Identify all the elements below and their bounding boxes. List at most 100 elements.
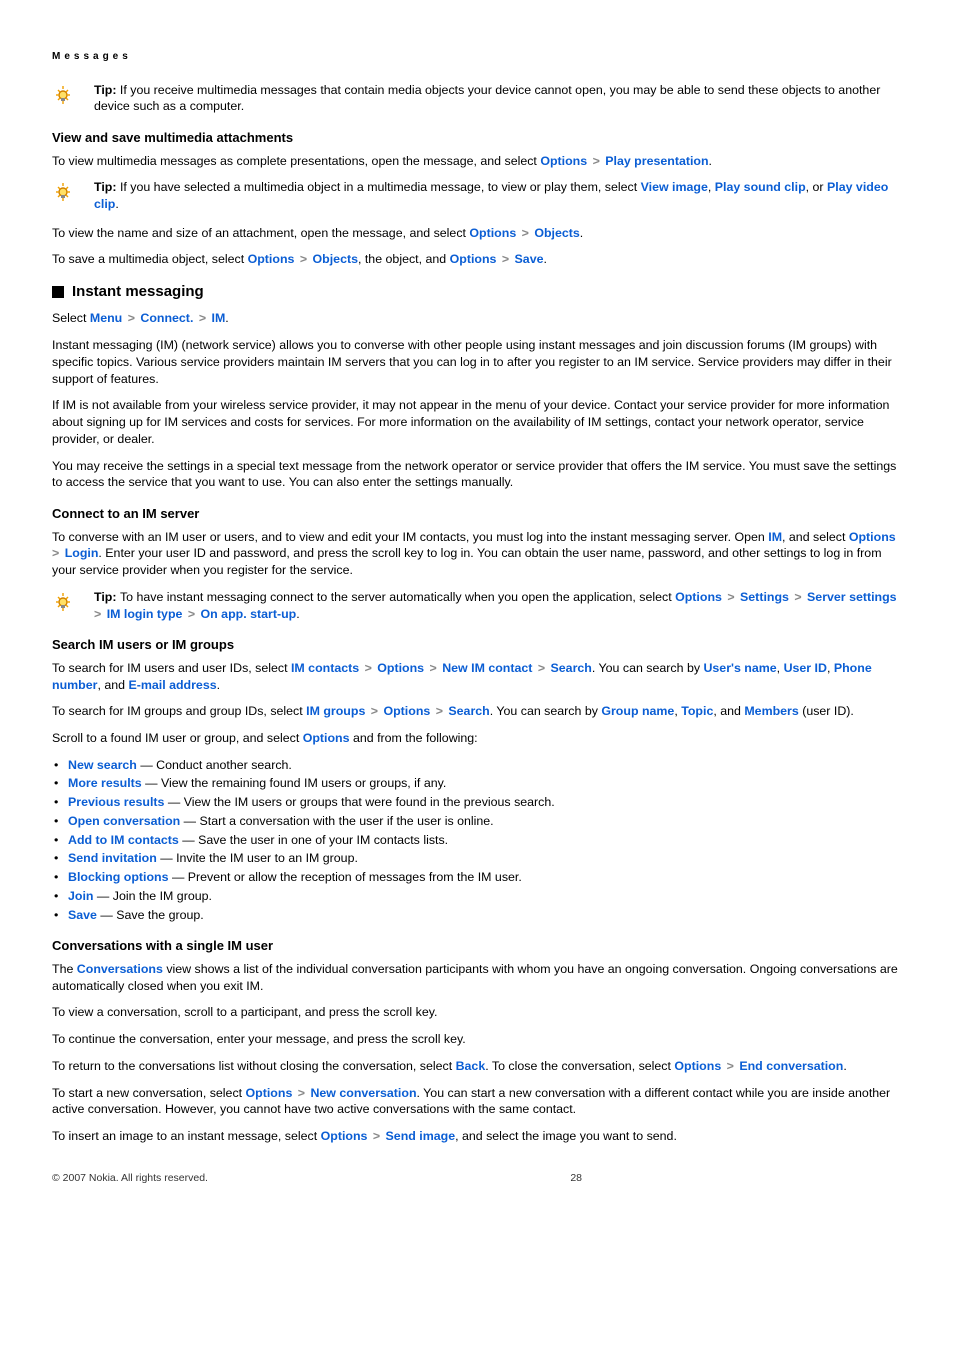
link-blocking-options[interactable]: Blocking options [68,870,169,884]
chevron-icon: > [367,1129,385,1143]
text: , or [806,180,827,194]
text: The [52,962,77,976]
text: To start a new conversation, select [52,1086,246,1100]
link-play-presentation[interactable]: Play presentation [605,154,708,168]
link-im-groups[interactable]: IM groups [306,704,365,718]
chevron-icon: > [182,607,200,621]
link-connect[interactable]: Connect. [140,311,193,325]
heading-text: Instant messaging [72,282,204,302]
link-join[interactable]: Join [68,889,93,903]
link-send-invitation[interactable]: Send invitation [68,851,157,865]
link-open-conversation[interactable]: Open conversation [68,814,180,828]
text: , and [713,704,744,718]
link-server-settings[interactable]: Server settings [807,590,897,604]
square-bullet-icon [52,286,64,298]
link-menu[interactable]: Menu [90,311,122,325]
text: . [115,197,118,211]
link-options[interactable]: Options [675,590,722,604]
list-item: Add to IM contacts — Save the user in on… [52,832,902,849]
link-back[interactable]: Back [456,1059,486,1073]
lightbulb-icon [52,179,74,203]
link-new-search[interactable]: New search [68,758,137,772]
link-im[interactable]: IM [212,311,226,325]
link-save[interactable]: Save [68,908,97,922]
list-item: Join — Join the IM group. [52,888,902,905]
link-options[interactable]: Options [469,226,516,240]
tip-label: Tip: [94,180,120,194]
link-options[interactable]: Options [450,252,497,266]
link-members[interactable]: Members [744,704,798,718]
link-view-image[interactable]: View image [641,180,708,194]
chevron-icon: > [721,1059,739,1073]
list-item: Save — Save the group. [52,907,902,924]
link-search[interactable]: Search [448,704,489,718]
link-previous-results[interactable]: Previous results [68,795,164,809]
lightbulb-icon [52,82,74,106]
link-new-conversation[interactable]: New conversation [310,1086,416,1100]
link-group-name[interactable]: Group name [601,704,674,718]
link-send-image[interactable]: Send image [386,1129,456,1143]
link-options[interactable]: Options [849,530,896,544]
link-user-id[interactable]: User ID [784,661,827,675]
chevron-icon: > [430,704,448,718]
link-objects[interactable]: Objects [313,252,358,266]
link-objects[interactable]: Objects [534,226,579,240]
tip-body: If you receive multimedia messages that … [94,83,880,114]
text: . Enter your user ID and password, and p… [52,546,882,577]
link-search[interactable]: Search [551,661,592,675]
heading-attachments: View and save multimedia attachments [52,129,902,147]
text: . [544,252,547,266]
text: . [709,154,712,168]
link-options[interactable]: Options [248,252,295,266]
link-conversations[interactable]: Conversations [77,962,163,976]
para-im-desc1: Instant messaging (IM) (network service)… [52,337,902,387]
search-options-list: New search — Conduct another search. Mor… [52,757,902,924]
link-email-address[interactable]: E-mail address [128,678,216,692]
tip-label: Tip: [94,83,116,97]
link-play-sound-clip[interactable]: Play sound clip [715,180,806,194]
link-options[interactable]: Options [674,1059,721,1073]
link-on-app-startup[interactable]: On app. start-up [201,607,297,621]
text: , and select [782,530,849,544]
copyright-text: © 2007 Nokia. All rights reserved. [52,1171,208,1185]
link-options[interactable]: Options [303,731,350,745]
text: To save a multimedia object, select [52,252,248,266]
para-search-users: To search for IM users and user IDs, sel… [52,660,902,693]
tip-text: Tip: If you have selected a multimedia o… [94,179,902,212]
link-add-to-im-contacts[interactable]: Add to IM contacts [68,833,179,847]
link-more-results[interactable]: More results [68,776,142,790]
link-settings[interactable]: Settings [740,590,789,604]
chevron-icon: > [532,661,550,675]
link-new-im-contact[interactable]: New IM contact [442,661,532,675]
link-end-conversation[interactable]: End conversation [739,1059,843,1073]
link-im-contacts[interactable]: IM contacts [291,661,359,675]
chevron-icon: > [365,704,383,718]
text: If you have selected a multimedia object… [120,180,641,194]
link-im[interactable]: IM [768,530,782,544]
text: . [296,607,299,621]
chevron-icon: > [193,311,211,325]
link-options[interactable]: Options [383,704,430,718]
chevron-icon: > [359,661,377,675]
text: view shows a list of the individual conv… [52,962,898,993]
link-options[interactable]: Options [377,661,424,675]
text: To view the name and size of an attachme… [52,226,469,240]
text: To search for IM users and user IDs, sel… [52,661,291,675]
text: . [225,311,228,325]
link-options[interactable]: Options [321,1129,368,1143]
link-users-name[interactable]: User's name [703,661,776,675]
text: , [708,180,715,194]
link-options[interactable]: Options [540,154,587,168]
chevron-icon: > [122,311,140,325]
list-item: Open conversation — Start a conversation… [52,813,902,830]
link-topic[interactable]: Topic [681,704,713,718]
link-options[interactable]: Options [246,1086,293,1100]
text: — Save the user in one of your IM contac… [179,833,448,847]
para-return-close: To return to the conversations list with… [52,1058,902,1075]
link-save[interactable]: Save [515,252,544,266]
chevron-icon: > [587,154,605,168]
link-login[interactable]: Login [65,546,99,560]
link-im-login-type[interactable]: IM login type [107,607,183,621]
tip-label: Tip: [94,590,120,604]
text: — Invite the IM user to an IM group. [157,851,358,865]
